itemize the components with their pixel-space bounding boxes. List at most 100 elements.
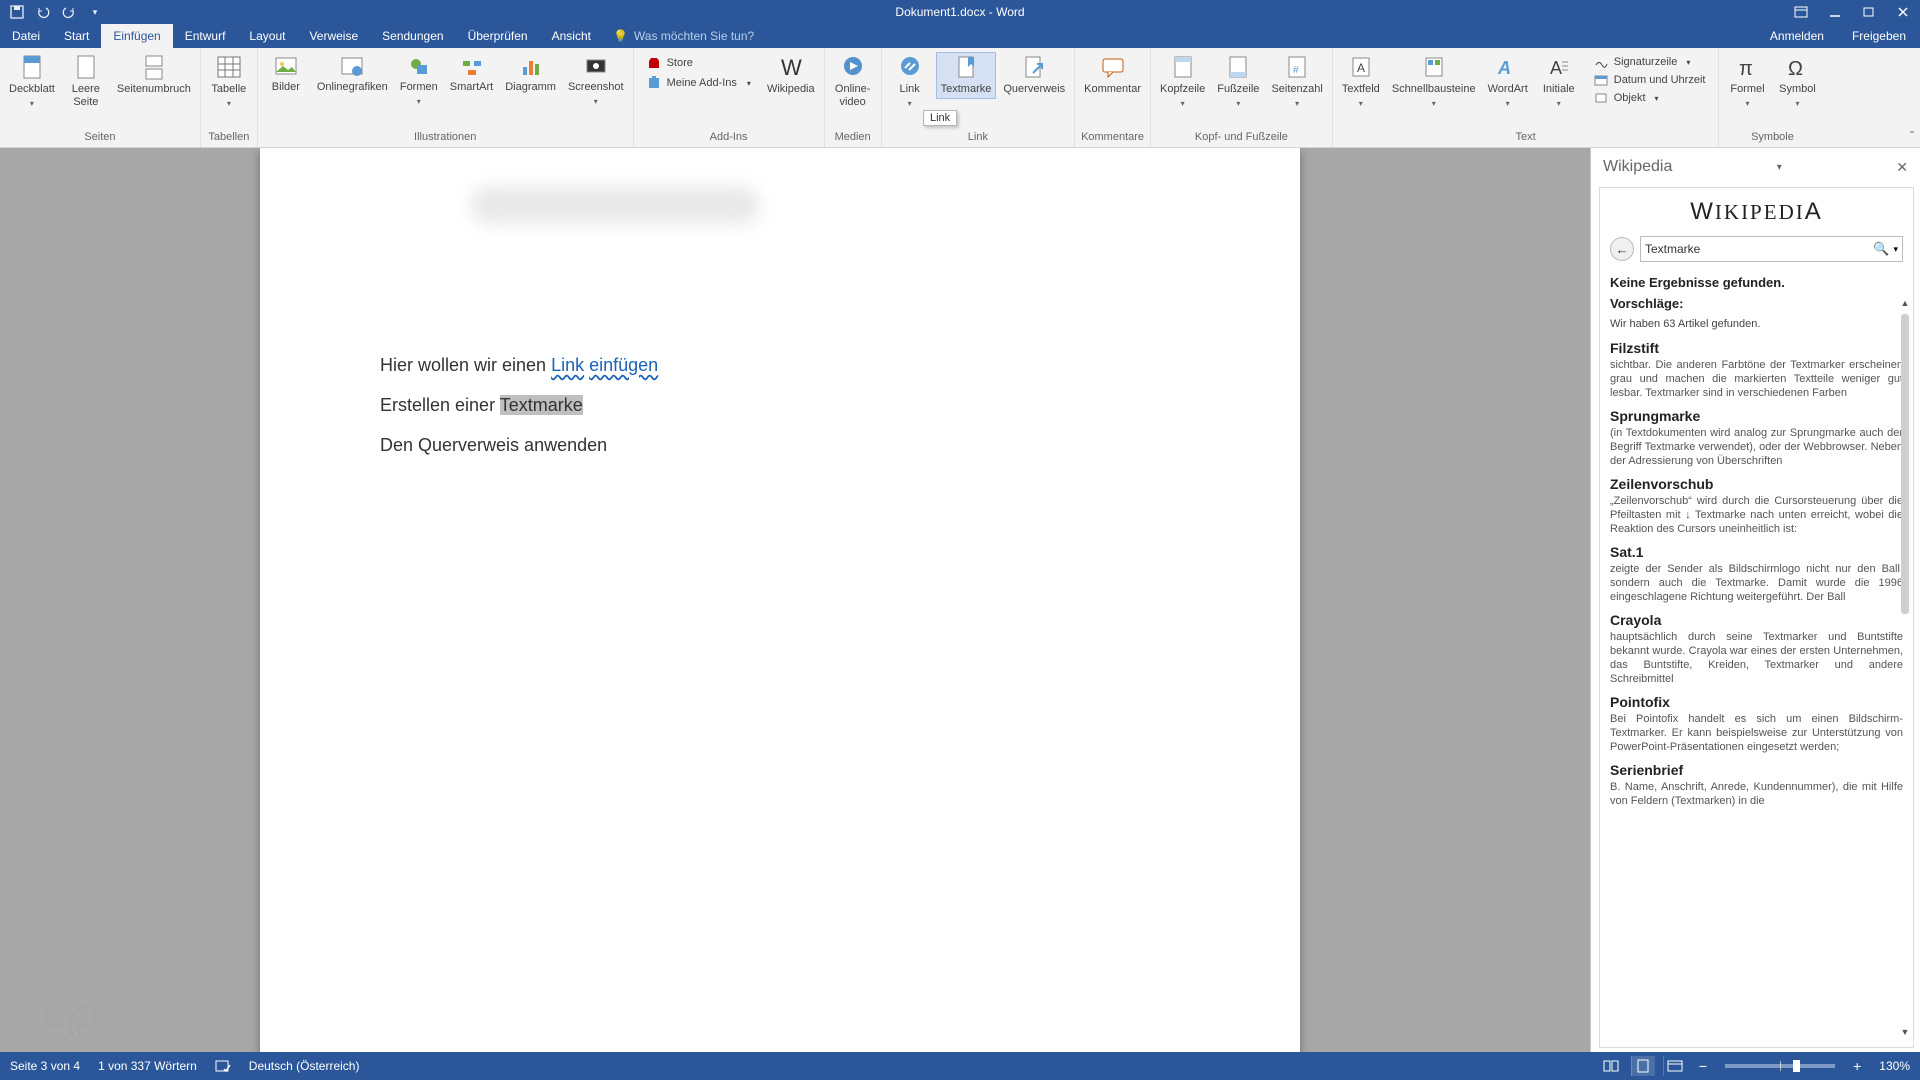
object-button[interactable]: Objekt▾ [1587,90,1713,106]
table-button[interactable]: Tabelle▾ [205,52,253,113]
wiki-article[interactable]: Sat.1zeigte der Sender als Bildschirmlog… [1610,544,1903,604]
smartart-button[interactable]: SmartArt [445,52,498,97]
back-icon[interactable]: ← [1610,237,1634,261]
tab-start[interactable]: Start [52,24,101,48]
lightbulb-icon: 💡 [613,29,628,43]
wordart-button[interactable]: AWordArt▾ [1483,52,1533,113]
pane-scrollbar[interactable]: ▲ ▼ [1899,298,1911,1039]
page[interactable]: Hier wollen wir einen Link einfügen Erst… [260,148,1300,1052]
date-time-button[interactable]: Datum und Uhrzeit [1587,72,1713,88]
tab-design[interactable]: Entwurf [173,24,238,48]
pane-body: WIKIPEDIA ← 🔍 ▾ Keine Ergebnisse gefunde… [1591,183,1920,1052]
wikipedia-button[interactable]: WWikipedia [762,52,820,99]
wiki-search-input[interactable] [1645,242,1873,256]
document-area[interactable]: Hier wollen wir einen Link einfügen Erst… [0,148,1590,1052]
cover-page-button[interactable]: Deckblatt▾ [4,52,60,113]
signature-line-button[interactable]: Signaturzeile▾ [1587,54,1713,70]
wiki-article-title[interactable]: Crayola [1610,612,1903,628]
search-icon[interactable]: 🔍 [1873,241,1889,257]
qat-customize-icon[interactable]: ▾ [84,2,106,22]
wiki-article-title[interactable]: Sprungmarke [1610,408,1903,424]
scroll-up-icon[interactable]: ▲ [1899,298,1911,310]
link-text[interactable]: Link [551,355,584,375]
symbol-button[interactable]: ΩSymbol▾ [1773,52,1821,113]
wiki-article[interactable]: Filzstiftsichtbar. Die anderen Farbtöne … [1610,340,1903,400]
ribbon-display-options-icon[interactable] [1784,0,1818,24]
shapes-button[interactable]: Formen▾ [395,52,443,111]
save-icon[interactable] [6,2,28,22]
zoom-level[interactable]: 130% [1879,1059,1910,1073]
redo-icon[interactable] [58,2,80,22]
search-dropdown-icon[interactable]: ▾ [1893,244,1898,255]
undo-icon[interactable] [32,2,54,22]
zoom-in-icon[interactable]: + [1849,1058,1865,1074]
wiki-article[interactable]: Sprungmarke(in Textdokumenten wird analo… [1610,408,1903,468]
tab-references[interactable]: Verweise [297,24,370,48]
collapse-ribbon-icon[interactable]: ˆ [1910,129,1914,143]
page-indicator[interactable]: Seite 3 von 4 [10,1059,80,1073]
page-number-button[interactable]: #Seitenzahl▾ [1266,52,1327,113]
chart-button[interactable]: Diagramm [500,52,561,97]
my-addins-button[interactable]: Meine Add-Ins▾ [640,74,758,92]
wiki-article-title[interactable]: Serienbrief [1610,762,1903,778]
drop-cap-button[interactable]: AInitiale▾ [1535,52,1583,113]
signin-button[interactable]: Anmelden [1756,24,1838,48]
web-layout-icon[interactable] [1663,1056,1687,1076]
wiki-article[interactable]: PointofixBei Pointofix handelt es sich u… [1610,694,1903,754]
tell-me[interactable]: 💡 [613,24,814,48]
store-button[interactable]: Store [640,54,758,72]
comment-button[interactable]: Kommentar [1079,52,1146,99]
close-icon[interactable] [1886,0,1920,24]
footer-button[interactable]: Fußzeile▾ [1212,52,1264,113]
wiki-article-title[interactable]: Zeilenvorschub [1610,476,1903,492]
wiki-article[interactable]: SerienbriefB. Name, Anschrift, Anrede, K… [1610,762,1903,808]
document-body[interactable]: Hier wollen wir einen Link einfügen Erst… [380,348,1180,462]
tab-file[interactable]: Datei [0,24,52,48]
wiki-article-title[interactable]: Pointofix [1610,694,1903,710]
zoom-slider[interactable] [1725,1064,1835,1068]
textbox-button[interactable]: ATextfeld▾ [1337,52,1385,113]
screenshot-button[interactable]: Screenshot▾ [563,52,629,111]
wiki-article[interactable]: Crayolahauptsächlich durch seine Textmar… [1610,612,1903,686]
cross-reference-button[interactable]: Querverweis [998,52,1070,99]
group-label: Text [1337,129,1715,147]
tell-me-input[interactable] [634,29,814,43]
link-text-2[interactable]: einfügen [589,355,658,375]
header-button[interactable]: Kopfzeile▾ [1155,52,1210,113]
minimize-icon[interactable] [1818,0,1852,24]
selected-text[interactable]: Textmarke [500,395,583,415]
bookmark-button[interactable]: Textmarke [936,52,997,99]
pane-dropdown-icon[interactable]: ▾ [1777,162,1782,173]
tab-layout[interactable]: Layout [237,24,297,48]
tab-mailings[interactable]: Sendungen [370,24,455,48]
pictures-button[interactable]: Bilder [262,52,310,97]
svg-text:A: A [1550,58,1562,78]
wiki-article-title[interactable]: Sat.1 [1610,544,1903,560]
link-button[interactable]: Link▾ [886,52,934,113]
zoom-out-icon[interactable]: − [1695,1058,1711,1074]
page-break-button[interactable]: Seitenumbruch [112,52,196,99]
tab-insert[interactable]: Einfügen [101,24,172,48]
word-count[interactable]: 1 von 337 Wörtern [98,1059,197,1073]
online-video-button[interactable]: Online- video [829,52,877,112]
equation-button[interactable]: πFormel▾ [1723,52,1771,113]
tab-view[interactable]: Ansicht [540,24,603,48]
spellcheck-icon[interactable] [215,1059,231,1073]
pane-close-icon[interactable]: ✕ [1896,159,1908,176]
tab-review[interactable]: Überprüfen [456,24,540,48]
window-controls [1784,0,1920,24]
share-button[interactable]: Freigeben [1838,24,1920,48]
wiki-article-title[interactable]: Filzstift [1610,340,1903,356]
maximize-icon[interactable] [1852,0,1886,24]
ribbon-tabs: Datei Start Einfügen Entwurf Layout Verw… [0,24,1920,48]
language-indicator[interactable]: Deutsch (Österreich) [249,1059,360,1073]
quick-parts-button[interactable]: Schnellbausteine▾ [1387,52,1481,113]
wiki-article[interactable]: Zeilenvorschub„Zeilenvorschub“ wird durc… [1610,476,1903,536]
read-mode-icon[interactable] [1599,1056,1623,1076]
online-pictures-button[interactable]: Onlinegrafiken [312,52,393,97]
scroll-thumb[interactable] [1901,314,1909,614]
blank-page-button[interactable]: Leere Seite [62,52,110,112]
scroll-down-icon[interactable]: ▼ [1899,1027,1911,1039]
svg-text:A: A [1357,61,1365,75]
print-layout-icon[interactable] [1631,1056,1655,1076]
